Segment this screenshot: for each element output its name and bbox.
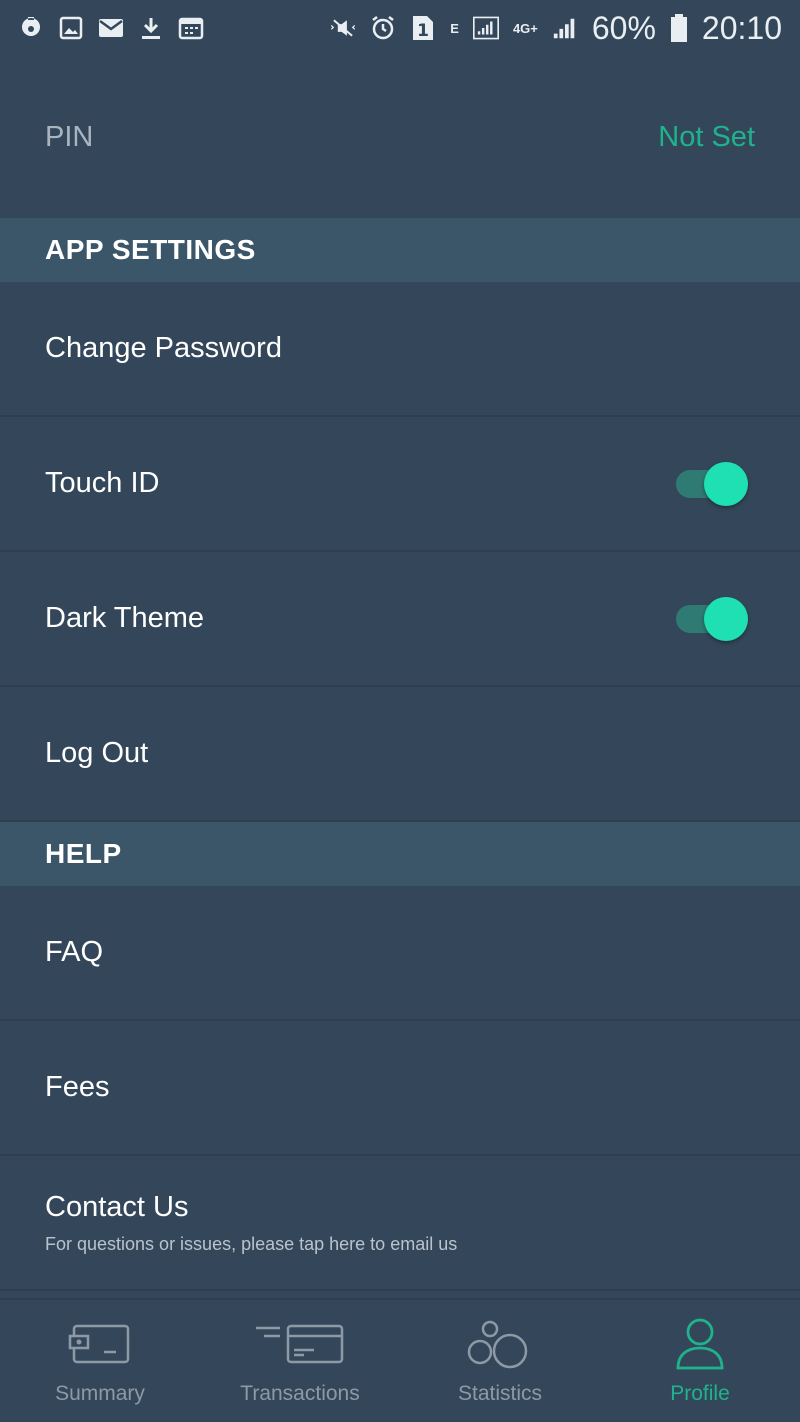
- change-password-label: Change Password: [45, 332, 282, 364]
- dark-theme-row: Dark Theme: [0, 552, 800, 687]
- toggle-knob: [704, 461, 748, 506]
- dark-theme-toggle[interactable]: [676, 596, 748, 641]
- nav-summary-label: Summary: [55, 1382, 145, 1405]
- image-icon: [58, 15, 84, 41]
- section-header-app-settings: APP SETTINGS: [0, 218, 800, 282]
- toggle-knob: [704, 596, 748, 641]
- touch-id-toggle[interactable]: [676, 461, 748, 506]
- wallet-icon: [68, 1316, 132, 1372]
- status-bar: 1 E 4G+ 60% 20:10: [0, 0, 800, 56]
- log-out-label: Log Out: [45, 737, 149, 769]
- log-out-row[interactable]: Log Out: [0, 687, 800, 822]
- dark-theme-label: Dark Theme: [45, 602, 205, 634]
- faq-label: FAQ: [45, 936, 104, 968]
- fees-label: Fees: [45, 1071, 110, 1103]
- signal-bars-icon: [552, 15, 578, 41]
- touch-id-row: Touch ID: [0, 417, 800, 552]
- transactions-card-icon: [254, 1316, 346, 1372]
- nav-statistics[interactable]: Statistics: [400, 1300, 600, 1422]
- network-e-label: E: [450, 20, 459, 36]
- signal-icon: [472, 15, 499, 41]
- download-icon: [138, 15, 164, 41]
- fees-row[interactable]: Fees: [0, 1021, 800, 1156]
- bottom-navigation: Summary Transactions Statistics Profile: [0, 1298, 800, 1422]
- contact-us-row[interactable]: Contact Us For questions or issues, plea…: [0, 1156, 800, 1291]
- faq-row[interactable]: FAQ: [0, 886, 800, 1021]
- nav-summary[interactable]: Summary: [0, 1300, 200, 1422]
- sim-icon: 1: [410, 15, 436, 41]
- mail-icon: [98, 15, 124, 41]
- change-password-row[interactable]: Change Password: [0, 282, 800, 417]
- profile-user-icon: [672, 1316, 728, 1372]
- nav-profile-label: Profile: [670, 1382, 730, 1405]
- pin-row[interactable]: PIN Not Set: [0, 56, 800, 218]
- contact-us-label: Contact Us: [45, 1190, 189, 1223]
- mute-icon: [330, 15, 356, 41]
- nav-profile[interactable]: Profile: [600, 1300, 800, 1422]
- nav-transactions-label: Transactions: [240, 1382, 360, 1405]
- section-header-help: HELP: [0, 822, 800, 886]
- settings-list: PIN Not Set APP SETTINGS Change Password…: [0, 56, 800, 1291]
- status-bar-right: 1 E 4G+ 60% 20:10: [330, 10, 782, 47]
- status-bar-left: [18, 15, 204, 41]
- calendar-icon: [178, 15, 204, 41]
- svg-text:1: 1: [417, 21, 429, 41]
- alarm-icon: [370, 15, 396, 41]
- network-4g-label: 4G+: [512, 20, 538, 36]
- statistics-bubbles-icon: [466, 1316, 534, 1372]
- pin-status-value: Not Set: [658, 120, 755, 153]
- clock: 20:10: [701, 9, 782, 46]
- nav-statistics-label: Statistics: [457, 1382, 543, 1405]
- battery-percent: 60%: [591, 9, 656, 46]
- pin-label: PIN: [45, 120, 94, 153]
- contact-us-subtitle: For questions or issues, please tap here…: [45, 1233, 458, 1254]
- touch-id-label: Touch ID: [45, 467, 160, 499]
- battery-icon: [670, 14, 688, 42]
- nav-transactions[interactable]: Transactions: [200, 1300, 400, 1422]
- location-pin-icon: [18, 15, 44, 41]
